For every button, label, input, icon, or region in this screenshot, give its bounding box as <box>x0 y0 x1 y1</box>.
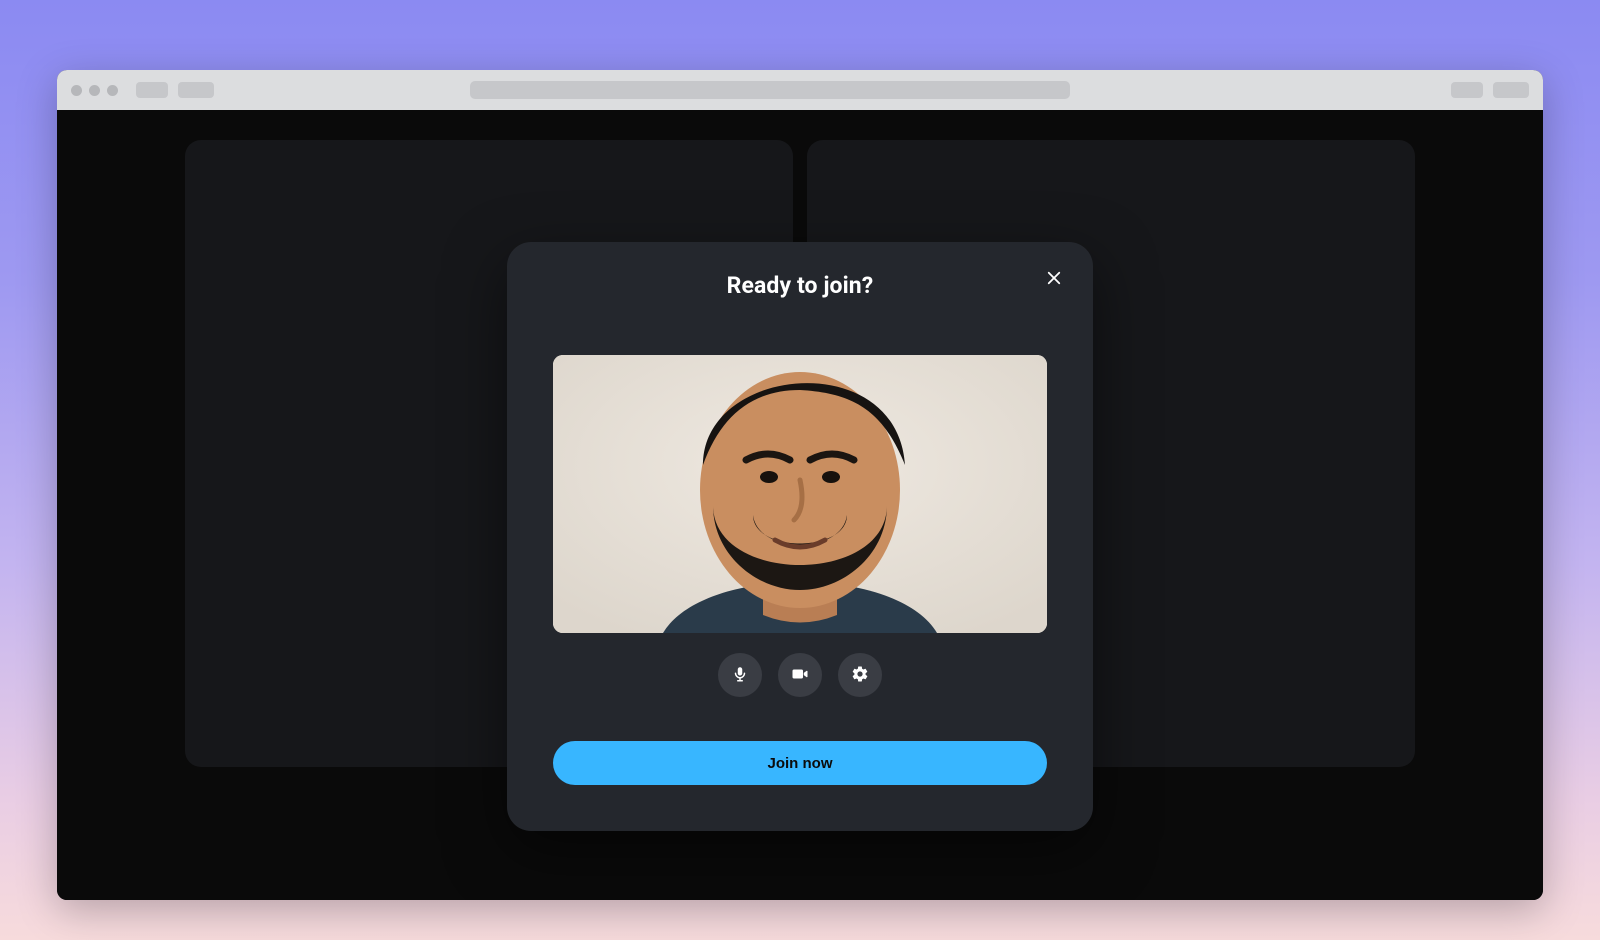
address-bar-placeholder[interactable] <box>470 81 1070 99</box>
join-now-button[interactable]: Join now <box>553 741 1047 785</box>
browser-chrome <box>57 70 1543 110</box>
preview-controls <box>553 653 1047 697</box>
gear-icon <box>851 665 869 686</box>
camera-preview <box>553 355 1047 633</box>
toggle-mic-button[interactable] <box>718 653 762 697</box>
app-viewport: Ready to join? <box>57 110 1543 900</box>
traffic-lights <box>71 85 118 96</box>
window-zoom-dot[interactable] <box>107 85 118 96</box>
close-button[interactable] <box>1039 264 1069 294</box>
close-icon <box>1045 269 1063 290</box>
settings-button[interactable] <box>838 653 882 697</box>
toolbar-placeholder-1 <box>1451 82 1483 98</box>
modal-title: Ready to join? <box>553 272 1047 299</box>
join-modal: Ready to join? <box>507 242 1093 831</box>
nav-forward-placeholder <box>178 82 214 98</box>
microphone-icon <box>731 665 749 686</box>
preview-illustration <box>553 355 1047 633</box>
window-minimize-dot[interactable] <box>89 85 100 96</box>
window-close-dot[interactable] <box>71 85 82 96</box>
camera-icon <box>791 665 809 686</box>
toolbar-placeholder-2 <box>1493 82 1529 98</box>
browser-window: Ready to join? <box>57 70 1543 900</box>
nav-back-placeholder <box>136 82 168 98</box>
toggle-camera-button[interactable] <box>778 653 822 697</box>
